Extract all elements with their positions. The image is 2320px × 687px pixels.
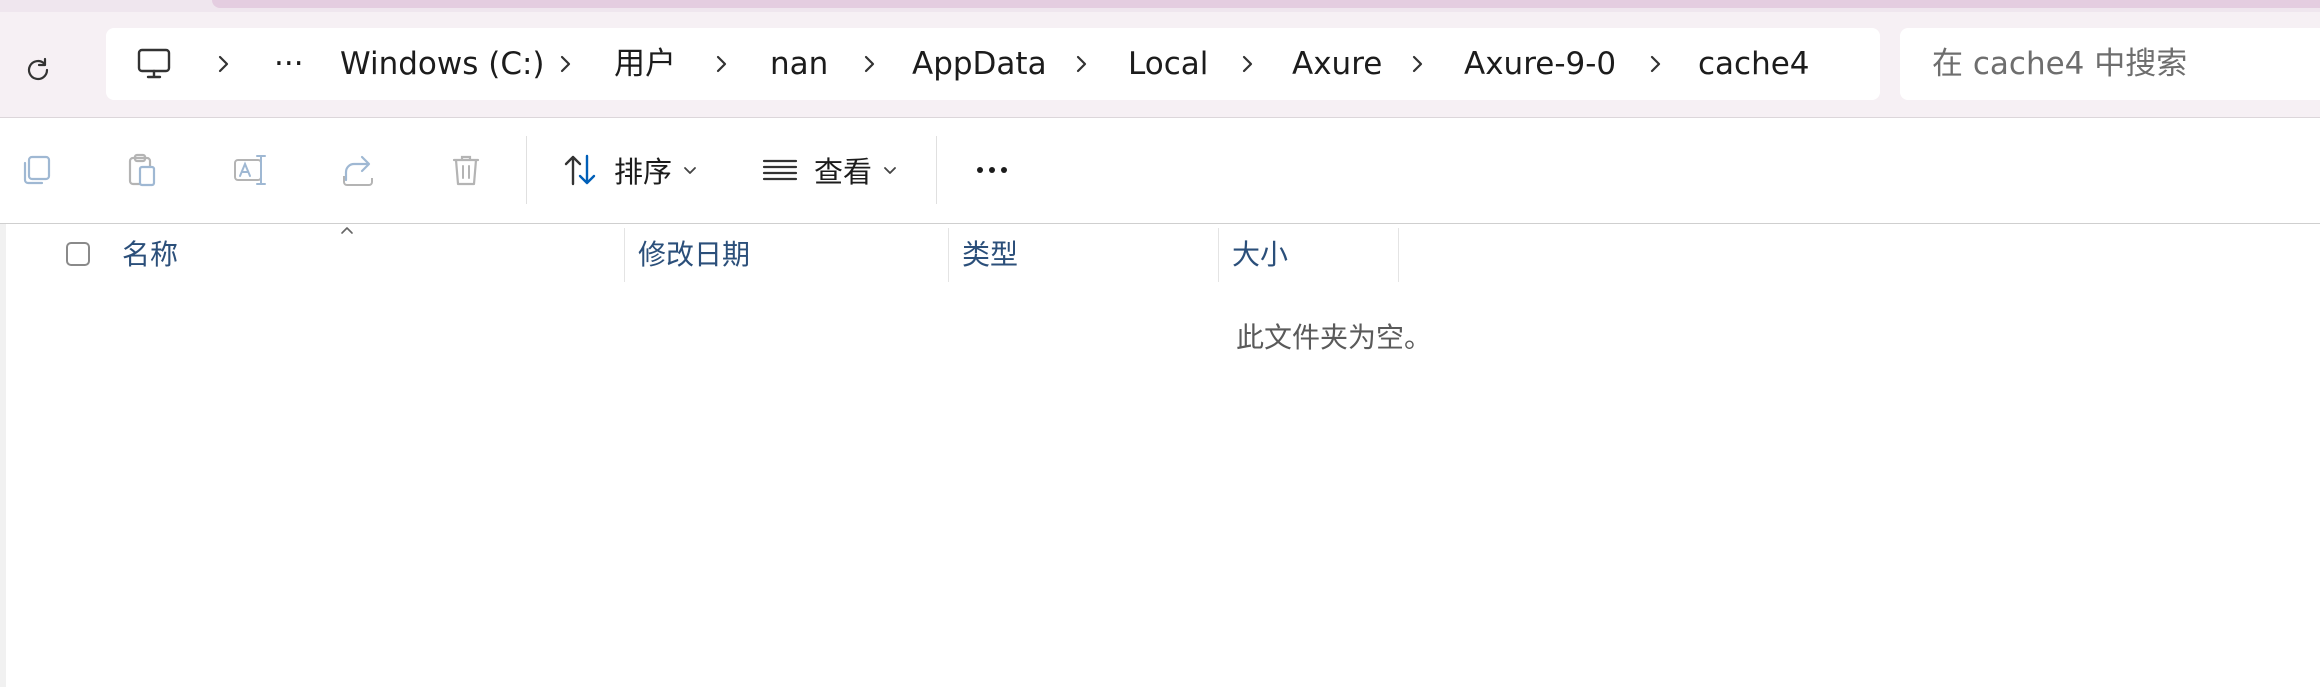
sort-label: 排序 <box>614 155 673 189</box>
column-size[interactable]: 大小 <box>1232 224 1288 286</box>
chevron-right-icon[interactable] <box>708 50 736 78</box>
view-list-icon <box>762 159 798 181</box>
paste-icon <box>128 153 156 187</box>
search-placeholder: 在 cache4 中搜索 <box>1932 46 2188 82</box>
chevron-right-icon[interactable] <box>1642 50 1670 78</box>
sort-icon <box>564 154 596 186</box>
rename-icon <box>234 155 266 185</box>
column-resize-handle[interactable] <box>624 228 625 282</box>
copy-icon <box>23 155 51 185</box>
file-explorer-window: ··· Windows (C:) 用户 nan AppData Local Ax… <box>0 0 2320 687</box>
refresh-icon <box>27 57 49 81</box>
select-all-checkbox[interactable] <box>66 242 90 266</box>
chevron-down-icon <box>884 167 896 174</box>
column-header: 名称 修改日期 类型 大小 <box>0 224 2320 286</box>
more-icon <box>977 167 1007 173</box>
share-icon <box>343 155 373 186</box>
breadcrumb-item[interactable]: Axure <box>1292 28 1382 100</box>
delete-button[interactable] <box>434 138 498 202</box>
column-name[interactable]: 名称 <box>122 224 178 286</box>
delete-icon <box>452 155 480 186</box>
breadcrumb-item[interactable]: AppData <box>912 28 1047 100</box>
column-resize-handle[interactable] <box>1398 228 1399 282</box>
chevron-down-icon <box>684 167 696 174</box>
address-bar[interactable]: ··· Windows (C:) 用户 nan AppData Local Ax… <box>106 28 1880 100</box>
copy-button[interactable] <box>4 138 68 202</box>
command-bar: 排序 查看 <box>0 118 2320 223</box>
refresh-button[interactable] <box>16 48 60 92</box>
computer-icon[interactable] <box>134 44 174 84</box>
chevron-right-icon[interactable] <box>1234 50 1262 78</box>
sort-button[interactable]: 排序 <box>560 138 698 202</box>
column-resize-handle[interactable] <box>1218 228 1219 282</box>
paste-button[interactable] <box>110 138 174 202</box>
view-button[interactable]: 查看 <box>760 138 898 202</box>
breadcrumb-item[interactable]: Local <box>1128 28 1208 100</box>
rename-button[interactable] <box>218 138 282 202</box>
active-tab-edge[interactable] <box>212 0 2320 8</box>
more-options-button[interactable] <box>960 138 1024 202</box>
share-button[interactable] <box>326 138 390 202</box>
chevron-right-icon[interactable] <box>856 50 884 78</box>
breadcrumb-item[interactable]: nan <box>770 28 828 100</box>
chevron-right-icon[interactable] <box>1068 50 1096 78</box>
column-modified-date[interactable]: 修改日期 <box>638 224 750 286</box>
sort-ascending-icon <box>341 227 353 234</box>
breadcrumb-item[interactable]: Windows (C:) <box>340 28 545 100</box>
chevron-right-icon[interactable] <box>210 50 238 78</box>
separator <box>936 136 937 204</box>
search-input[interactable]: 在 cache4 中搜索 <box>1900 28 2320 100</box>
column-resize-handle[interactable] <box>948 228 949 282</box>
chevron-right-icon[interactable] <box>552 50 580 78</box>
empty-folder-message: 此文件夹为空。 <box>1236 321 1433 354</box>
pane-border <box>0 224 6 687</box>
breadcrumb-item[interactable]: 用户 <box>614 28 676 100</box>
breadcrumb-item-current[interactable]: cache4 <box>1698 28 1810 100</box>
view-label: 查看 <box>814 155 873 189</box>
tab-strip <box>0 0 2320 12</box>
breadcrumb-overflow[interactable]: ··· <box>274 28 304 100</box>
column-type[interactable]: 类型 <box>962 224 1018 286</box>
breadcrumb-item[interactable]: Axure-9-0 <box>1464 28 1616 100</box>
address-row: ··· Windows (C:) 用户 nan AppData Local Ax… <box>0 12 2320 117</box>
separator <box>526 136 527 204</box>
chevron-right-icon[interactable] <box>1404 50 1432 78</box>
